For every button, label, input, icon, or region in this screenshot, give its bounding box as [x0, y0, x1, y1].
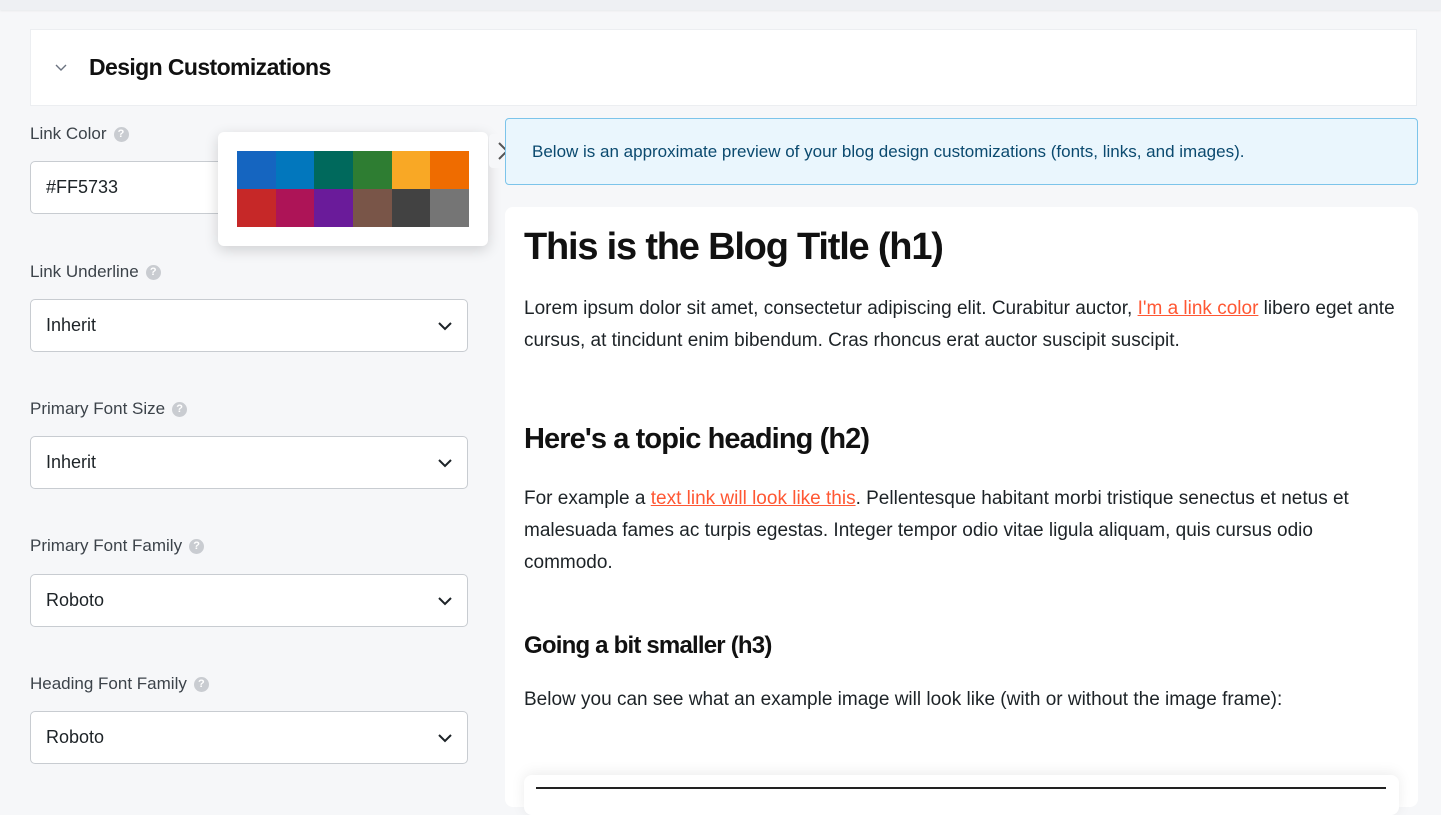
color-swatch[interactable] [430, 189, 469, 227]
chevron-down-icon[interactable] [53, 59, 69, 75]
color-swatch[interactable] [314, 189, 353, 227]
color-swatch[interactable] [275, 151, 315, 189]
color-swatch[interactable] [391, 189, 431, 227]
design-customizations-header[interactable]: Design Customizations [30, 29, 1417, 106]
chevron-down-icon [438, 459, 452, 468]
blog-preview: This is the Blog Title (h1) Lorem ipsum … [505, 207, 1418, 815]
chevron-down-icon [438, 734, 452, 743]
link-color-label: Link Color ? [30, 124, 129, 144]
top-bar [0, 0, 1441, 10]
link-underline-label: Link Underline ? [30, 262, 161, 282]
color-picker-popover [218, 132, 488, 246]
preview-paragraph-2: For example a text link will look like t… [524, 488, 1349, 573]
help-icon[interactable]: ? [113, 126, 129, 142]
preview-text-link[interactable]: text link will look like this [651, 488, 856, 509]
color-swatch[interactable] [391, 151, 431, 189]
primary-font-family-select[interactable]: Roboto [30, 574, 468, 627]
primary-font-size-select[interactable]: Inherit [30, 436, 468, 489]
preview-h2: Here's a topic heading (h2) [524, 423, 870, 455]
section-title: Design Customizations [89, 54, 331, 80]
help-icon[interactable]: ? [145, 264, 161, 280]
help-icon[interactable]: ? [193, 676, 209, 692]
heading-font-family-label: Heading Font Family ? [30, 674, 209, 694]
preview-paragraph-3: Below you can see what an example image … [524, 689, 1283, 710]
color-swatch-grid [237, 151, 469, 227]
preview-h1: This is the Blog Title (h1) [524, 226, 944, 268]
color-swatch[interactable] [353, 189, 392, 227]
color-swatch[interactable] [353, 151, 392, 189]
color-swatch[interactable] [237, 189, 276, 227]
color-swatch[interactable] [237, 151, 276, 189]
chevron-down-icon [438, 322, 452, 331]
color-swatch[interactable] [430, 151, 469, 189]
preview-paragraph-1: Lorem ipsum dolor sit amet, consectetur … [524, 298, 1395, 351]
preview-notice: Below is an approximate preview of your … [505, 118, 1418, 185]
preview-link-color[interactable]: I'm a link color [1138, 298, 1259, 319]
link-underline-select[interactable]: Inherit [30, 299, 468, 352]
preview-image-frame [524, 775, 1399, 815]
preview-h3: Going a bit smaller (h3) [524, 632, 772, 659]
chevron-down-icon [438, 597, 452, 606]
primary-font-family-label: Primary Font Family ? [30, 536, 205, 556]
color-swatch[interactable] [275, 189, 315, 227]
help-icon[interactable]: ? [189, 538, 205, 554]
help-icon[interactable]: ? [172, 401, 188, 417]
heading-font-family-select[interactable]: Roboto [30, 711, 468, 764]
color-swatch[interactable] [314, 151, 353, 189]
primary-font-size-label: Primary Font Size ? [30, 399, 188, 419]
